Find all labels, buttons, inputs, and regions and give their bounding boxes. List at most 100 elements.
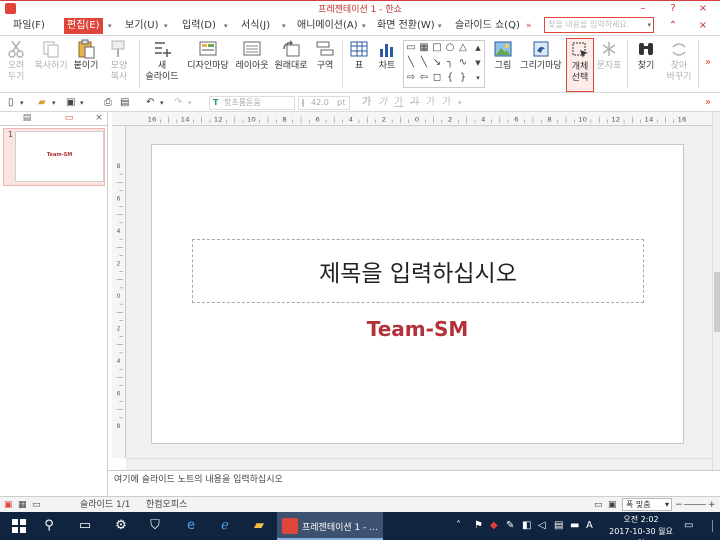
taskbar-app-show[interactable]: 프레젠테이션 1 - ... (277, 512, 383, 540)
slide[interactable]: 제목을 입력하십시오 Team-SM (151, 144, 684, 444)
strikethrough-button[interactable]: 가 (410, 96, 419, 110)
subscript-button[interactable]: 가 (442, 96, 451, 110)
new-doc-dropdown-icon[interactable]: ▾ (20, 96, 24, 110)
italic-button[interactable]: 가 (378, 96, 387, 110)
curve-shape-icon[interactable]: ∿ (457, 57, 469, 69)
edge-icon[interactable]: e (176, 512, 206, 540)
square-shape-icon[interactable]: □ (431, 42, 443, 54)
volume-icon[interactable]: ◁ (538, 520, 546, 531)
vertical-scrollbar[interactable] (712, 112, 720, 470)
tray-app-icon[interactable]: ◆ (490, 520, 498, 531)
format-copy-button[interactable]: 모양 복사 (102, 38, 136, 92)
section-button[interactable]: 구역 (312, 38, 338, 92)
triangle-shape-icon[interactable]: △ (457, 42, 469, 54)
brace-right-shape-icon[interactable]: } (457, 72, 469, 84)
search-input[interactable]: 찾을 내용을 입력하세요. ▾ (544, 17, 654, 33)
tray-people-icon[interactable]: ⚑ (474, 520, 483, 531)
scroll-thumb[interactable] (714, 272, 720, 332)
network-icon[interactable]: ▤ (554, 520, 563, 531)
brace-left-shape-icon[interactable]: { (444, 72, 456, 84)
save-dropdown-icon[interactable]: ▾ (80, 96, 84, 110)
zoom-fit-icon[interactable]: ▭ (594, 498, 603, 512)
print-preview-icon[interactable]: ▤ (120, 96, 129, 110)
table-shape-icon[interactable]: ▦ (418, 42, 430, 54)
shapes-expand-icon[interactable]: ▾ (472, 72, 484, 84)
search-dropdown-icon[interactable]: ▾ (647, 18, 651, 32)
ime-indicator[interactable]: A (586, 520, 593, 531)
shapes-gallery[interactable]: ▭ ▦ □ ○ △ ╲ ╲ ↘ ╮ ∿ ⇨ ⇦ ◻ { } ▲ ▼ ▾ (403, 40, 485, 88)
print-icon[interactable]: ⎙ (104, 96, 112, 110)
horizontal-scrollbar[interactable] (126, 458, 712, 470)
layout-button[interactable]: 레이아웃 (233, 38, 271, 92)
save-icon[interactable]: ▣ (66, 96, 75, 110)
toolbar-more-icon[interactable]: » (705, 96, 711, 110)
title-placeholder[interactable]: 제목을 입력하십시오 (192, 239, 644, 303)
new-doc-icon[interactable]: ▯ (8, 96, 14, 110)
menu-edit[interactable]: 편집(E) (64, 18, 103, 34)
ie-icon[interactable]: ℯ (210, 512, 240, 540)
table-button[interactable]: 표 (346, 38, 372, 92)
task-view-icon[interactable]: ▭ (70, 512, 100, 540)
menu-transition-dropdown-icon[interactable]: ▾ (438, 18, 442, 34)
select-object-button[interactable]: 개체 선택 (566, 38, 594, 92)
notes-area[interactable]: 여기에 슬라이드 노트의 내용을 입력하십시오 (108, 470, 720, 496)
line-shape-icon[interactable]: ╲ (405, 57, 417, 69)
zoom-slider[interactable] (684, 504, 706, 505)
font-size-select[interactable]: ∦ 42.0 pt (298, 96, 350, 110)
subtitle-text[interactable]: Team-SM (152, 317, 683, 341)
menu-transition[interactable]: 화면 전환(W) (374, 18, 438, 34)
menu-format[interactable]: 서식(J) (238, 18, 273, 34)
zoom-page-icon[interactable]: ▣ (608, 498, 617, 512)
show-desktop-button[interactable] (712, 520, 716, 532)
menu-more-icon[interactable]: » (526, 18, 532, 34)
picture-button[interactable]: 그림 (490, 38, 516, 92)
doc-close-icon[interactable]: × (688, 18, 718, 33)
menu-animation-dropdown-icon[interactable]: ▾ (362, 18, 366, 34)
open-dropdown-icon[interactable]: ▾ (52, 96, 56, 110)
menu-animation[interactable]: 애니메이션(A) (294, 18, 361, 34)
store-icon[interactable]: ⛉ (140, 512, 170, 540)
menu-insert[interactable]: 입력(D) (179, 18, 219, 34)
style-dropdown-icon[interactable]: ▾ (458, 96, 462, 110)
notification-icon[interactable]: ▭ (684, 520, 693, 531)
chart-button[interactable]: 차트 (374, 38, 400, 92)
left-arrow-shape-icon[interactable]: ⇦ (418, 72, 430, 84)
normal-view-icon[interactable]: ▣ (4, 498, 13, 512)
open-folder-icon[interactable]: ▰ (38, 96, 46, 110)
explorer-folder-icon[interactable]: ▰ (244, 512, 274, 540)
menu-file[interactable]: 파일(F) (10, 18, 48, 34)
menu-format-dropdown-icon[interactable]: ▾ (282, 18, 286, 34)
ribbon-collapse-icon[interactable]: ⌃ (658, 18, 688, 33)
ribbon-more-icon[interactable]: » (705, 56, 711, 70)
circle-shape-icon[interactable]: ○ (444, 42, 456, 54)
system-clock[interactable]: 오전 2:02 2017-10-30 월요일 (606, 514, 676, 540)
help-button[interactable]: ? (658, 1, 688, 16)
shapes-scroll-up-icon[interactable]: ▲ (472, 42, 484, 54)
underline-button[interactable]: 가 (394, 96, 403, 110)
slides-tab-icon[interactable]: ▭ (62, 113, 76, 124)
undo-icon[interactable]: ↶ (146, 96, 154, 110)
drawing-gallery-button[interactable]: 그리기마당 (518, 38, 564, 92)
copy-button[interactable]: 복사하기 (32, 38, 70, 92)
tray-chevron-icon[interactable]: ˄ (456, 520, 461, 531)
zoom-in-button[interactable]: + (708, 498, 716, 512)
tray-ime-icon[interactable]: ◧ (522, 520, 531, 531)
undo-dropdown-icon[interactable]: ▾ (160, 96, 164, 110)
superscript-button[interactable]: 가 (426, 96, 435, 110)
zoom-out-button[interactable]: − (675, 498, 683, 512)
shapes-scroll-down-icon[interactable]: ▼ (472, 57, 484, 69)
design-button[interactable]: 디자인마당 (185, 38, 231, 92)
menu-view[interactable]: 보기(U) (122, 18, 162, 34)
tray-pen-icon[interactable]: ✎ (506, 520, 514, 531)
close-button[interactable]: × (688, 1, 718, 16)
paste-button[interactable]: 붙이기 (72, 38, 100, 92)
connector-shape-icon[interactable]: ╮ (444, 57, 456, 69)
settings-gear-icon[interactable]: ⚙ (106, 512, 136, 540)
reset-button[interactable]: 원래대로 (273, 38, 309, 92)
slide-sorter-icon[interactable]: ▦ (18, 498, 27, 512)
new-slide-button[interactable]: 새 슬라이드 (142, 38, 182, 92)
menu-slideshow[interactable]: 슬라이드 쇼(Q) (452, 18, 523, 34)
menu-insert-dropdown-icon[interactable]: ▾ (224, 18, 228, 34)
search-taskbar-icon[interactable]: ⚲ (34, 512, 64, 540)
callout-shape-icon[interactable]: ◻ (431, 72, 443, 84)
